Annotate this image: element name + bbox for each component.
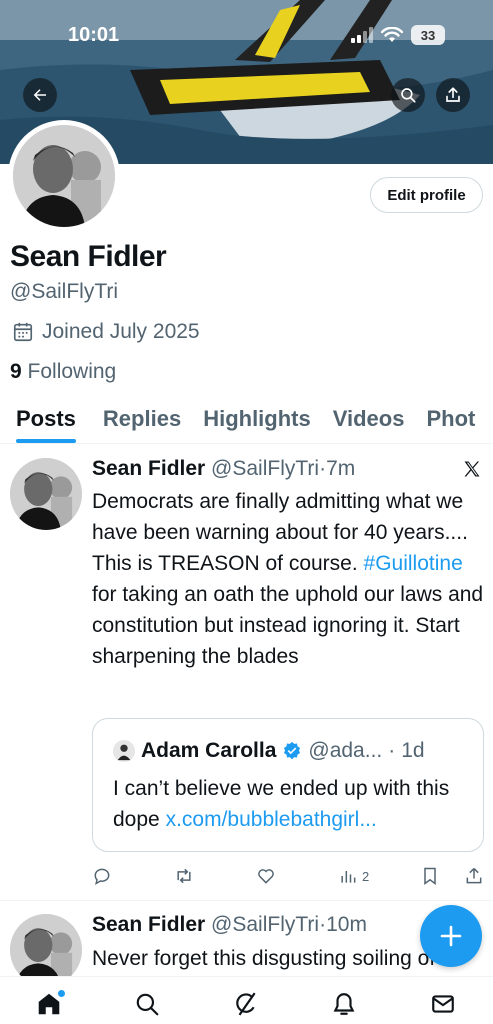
post-header: Sean Fidler @SailFlyTri·10m: [92, 913, 367, 936]
following-link[interactable]: 9 Following: [10, 360, 116, 384]
profile-avatar[interactable]: [8, 120, 120, 232]
quoted-post[interactable]: Adam Carolla @ada... · 1d I can’t believe …: [92, 718, 484, 852]
post-author-name[interactable]: Sean Fidler: [92, 913, 205, 936]
share-icon: [446, 87, 460, 102]
quoted-author-name: Adam Carolla: [141, 739, 277, 762]
post-time: 7m: [326, 457, 356, 480]
quoted-post-time: 1d: [401, 739, 425, 762]
following-label: Following: [27, 360, 117, 383]
quoted-post-text: I can’t believe we ended up with this do…: [113, 777, 450, 831]
post-author-avatar[interactable]: [10, 458, 82, 530]
views-button[interactable]: 2: [338, 866, 369, 886]
post-author-handle: @SailFlyTri: [211, 457, 320, 480]
avatar-photo: [10, 458, 82, 530]
status-bar: 10:01 33: [0, 0, 493, 72]
profile-handle: @SailFlyTri: [10, 280, 119, 303]
search-icon: [136, 993, 159, 1016]
post-time: 10m: [326, 913, 367, 936]
plus-icon: [440, 925, 462, 947]
grok-icon: [236, 992, 256, 1016]
post-author-handle: @SailFlyTri: [211, 913, 320, 936]
tab-videos[interactable]: Videos: [333, 400, 405, 443]
profile-display-name: Sean Fidler: [10, 240, 167, 273]
post-divider: [0, 900, 493, 901]
tab-photos[interactable]: Phot: [426, 400, 475, 443]
nav-notifications[interactable]: [329, 989, 359, 1019]
quoted-author-handle: @ada...: [308, 739, 383, 762]
avatar-photo: [13, 125, 115, 227]
calendar-icon: [13, 322, 33, 342]
views-count: 2: [362, 868, 370, 884]
post-text: Democrats are finally admitting what we …: [92, 490, 484, 668]
nav-search[interactable]: [132, 989, 162, 1019]
hashtag-link[interactable]: #Guillotine: [364, 552, 463, 575]
signal-icon: [351, 27, 373, 43]
battery-indicator: 33: [411, 25, 445, 45]
nav-messages[interactable]: [428, 989, 458, 1019]
views-chart-icon: [341, 871, 356, 883]
verified-badge-icon: [284, 741, 301, 760]
following-count: 9: [10, 360, 22, 383]
edit-profile-button[interactable]: Edit profile: [370, 177, 483, 213]
status-time: 10:01: [68, 24, 120, 46]
tab-replies[interactable]: Replies: [103, 400, 181, 443]
heart-icon: [258, 869, 274, 884]
repost-button[interactable]: [174, 866, 194, 886]
home-notification-dot: [58, 990, 65, 997]
wifi-icon: [381, 27, 403, 42]
post-header: Sean Fidler @SailFlyTri·7m: [92, 457, 356, 480]
tab-posts[interactable]: Posts: [16, 400, 76, 443]
share-icon: [466, 867, 482, 884]
nav-grok[interactable]: [231, 989, 261, 1019]
quoted-post-header: Adam Carolla @ada... · 1d: [113, 739, 425, 763]
bell-icon: [333, 993, 355, 1015]
reply-button[interactable]: [92, 866, 112, 886]
x-logo-icon: [464, 461, 480, 477]
bookmark-button[interactable]: [420, 866, 440, 886]
quoted-post-link[interactable]: x.com/bubblebathgirl...: [166, 808, 377, 831]
back-arrow-icon: [33, 89, 46, 101]
post-actions: 2: [92, 866, 486, 890]
post-share-button[interactable]: [464, 866, 484, 886]
repost-icon: [177, 868, 191, 884]
like-button[interactable]: [256, 866, 276, 886]
compose-post-button[interactable]: [420, 905, 482, 967]
mail-icon: [432, 995, 454, 1013]
search-icon: [401, 88, 416, 103]
bottom-navigation: [0, 976, 493, 1024]
joined-date: Joined July 2025: [12, 320, 200, 344]
back-button[interactable]: [23, 78, 57, 112]
search-button[interactable]: [391, 78, 425, 112]
status-icons: 33: [351, 25, 445, 45]
bookmark-icon: [424, 867, 436, 885]
profile-tabs: Posts Replies Highlights Videos Phot: [0, 400, 493, 444]
reply-icon: [94, 868, 110, 886]
tab-highlights[interactable]: Highlights: [203, 400, 311, 443]
post-author-name[interactable]: Sean Fidler: [92, 457, 205, 480]
joined-text: Joined July 2025: [42, 320, 200, 343]
quoted-author-avatar: [113, 740, 135, 762]
share-button[interactable]: [436, 78, 470, 112]
